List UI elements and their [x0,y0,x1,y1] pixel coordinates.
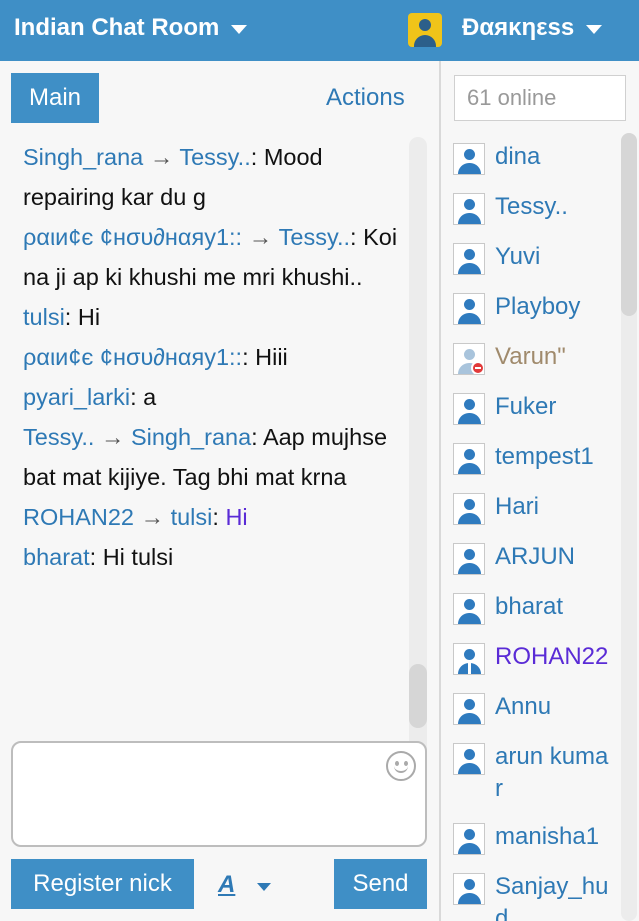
user-list-item[interactable]: Annu [453,691,613,725]
smiley-icon[interactable] [386,751,416,781]
chat-scrollbar-thumb[interactable] [409,664,427,728]
current-username: Ðαяκηεss [462,14,575,41]
user-list-item[interactable]: Sanjay_hud [453,871,613,921]
user-icon [453,743,485,775]
online-count: 61 online [454,75,626,121]
font-style-button[interactable]: A [218,871,235,899]
user-icon [453,243,485,275]
chat-message: ROHAN22 → tulsi: Hi [23,504,248,530]
register-nick-button[interactable]: Register nick [11,859,194,909]
message-sender[interactable]: pyari_larki [23,384,130,410]
user-name: ROHAN22 [495,643,609,670]
user-name: Fuker [495,393,557,420]
user-list-item[interactable]: Varun" [453,341,613,375]
user-icon [453,293,485,325]
user-panel: 61 online dina Tessy.. Yuvi Playboy Varun" Fu… [441,61,639,921]
arrow-icon: → [248,224,273,250]
user-list-item[interactable]: bharat [453,591,613,625]
message-recipient[interactable]: Singh_rana [131,424,251,450]
user-list-item[interactable]: Playboy [453,291,613,325]
user-list-item[interactable]: Fuker [453,391,613,425]
user-name: Playboy [495,293,581,320]
message-sender[interactable]: tulsi [23,304,65,330]
message-text: Hi [225,504,248,530]
chevron-down-icon [231,25,248,34]
chat-message: ραιи¢є ¢нσυ∂нαяу1::: Hiii [23,344,288,370]
tab-main[interactable]: Main [11,73,99,123]
user-name: dina [495,143,541,170]
message-recipient[interactable]: Tessy.. [179,144,250,170]
tab-actions[interactable]: Actions [326,84,405,112]
user-icon [453,193,485,225]
user-list-item[interactable]: Yuvi [453,241,613,275]
message-text: Hi [77,304,101,330]
user-icon [453,823,485,855]
message-sender[interactable]: ραιи¢є ¢нσυ∂нαяу1:: [23,344,242,370]
message-sender[interactable]: ROHAN22 [23,504,134,530]
send-button[interactable]: Send [334,859,427,909]
message-text: Hi tulsi [102,544,174,570]
chat-message: tulsi: Hi [23,304,101,330]
message-sender[interactable]: ραιи¢є ¢нσυ∂нαяу1:: [23,224,242,250]
user-icon [453,543,485,575]
message-recipient[interactable]: tulsi [171,504,213,530]
user-menu[interactable]: Ðαяκηεss [462,14,603,42]
user-icon [453,143,485,175]
message-sender[interactable]: Singh_rana [23,144,143,170]
user-icon [453,873,485,905]
user-list-item[interactable]: ARJUN [453,541,613,575]
user-name: ARJUN [495,543,576,570]
user-name: Annu [495,693,552,720]
message-text: a [143,384,157,410]
message-input[interactable] [11,741,427,847]
chat-panel: Main Actions Singh_rana → Tessy..: Mood … [0,61,439,921]
chevron-down-icon [586,25,603,34]
user-list-item[interactable]: manisha1 [453,821,613,855]
user-icon [453,593,485,625]
user-name: Tessy.. [495,193,568,220]
chat-message: ραιи¢є ¢нσυ∂нαяу1:: → Tessy..: Koi na ji… [23,224,398,290]
arrow-icon: → [100,424,125,450]
arrow-icon: → [149,144,174,170]
user-list-item[interactable]: arun kumar [453,741,613,805]
chat-message: pyari_larki: a [23,384,157,410]
user-icon [453,393,485,425]
user-name: Sanjay_hud [495,873,609,921]
chat-message: bharat: Hi tulsi [23,544,174,570]
user-icon [453,343,485,375]
chat-message: Tessy.. → Singh_rana: Aap mujhse bat mat… [23,424,388,490]
user-list-item[interactable]: Hari [453,491,613,525]
user-name: manisha1 [495,823,600,850]
user-list-item[interactable]: ROHAN22 [453,641,613,675]
user-list-item[interactable]: Tessy.. [453,191,613,225]
message-sender[interactable]: Tessy.. [23,424,94,450]
user-avatar-icon[interactable] [408,13,442,47]
user-icon [453,443,485,475]
arrow-icon: → [140,504,165,530]
user-name: Yuvi [495,243,541,270]
user-icon [453,493,485,525]
top-bar: Indian Chat Room Ðαяκηεss [0,0,639,61]
chat-message: Singh_rana → Tessy..: Mood repairing kar… [23,144,323,210]
message-list: Singh_rana → Tessy..: Mood repairing kar… [23,137,403,577]
user-name: arun kumar [495,743,609,802]
userlist-scrollbar-thumb[interactable] [621,133,637,316]
user-name: Varun" [495,343,566,370]
user-list: dina Tessy.. Yuvi Playboy Varun" Fuker tempest… [453,141,613,921]
user-list-item[interactable]: tempest1 [453,441,613,475]
user-name: tempest1 [495,443,594,470]
user-list-item[interactable]: dina [453,141,613,175]
message-sender[interactable]: bharat [23,544,90,570]
message-recipient[interactable]: Tessy.. [279,224,350,250]
user-icon [453,693,485,725]
user-icon [453,643,485,675]
chevron-down-icon[interactable] [257,883,271,891]
user-name: Hari [495,493,540,520]
message-text: Hiii [255,344,288,370]
room-selector[interactable]: Indian Chat Room [14,14,248,42]
room-title: Indian Chat Room [14,14,220,41]
user-name: bharat [495,593,564,620]
